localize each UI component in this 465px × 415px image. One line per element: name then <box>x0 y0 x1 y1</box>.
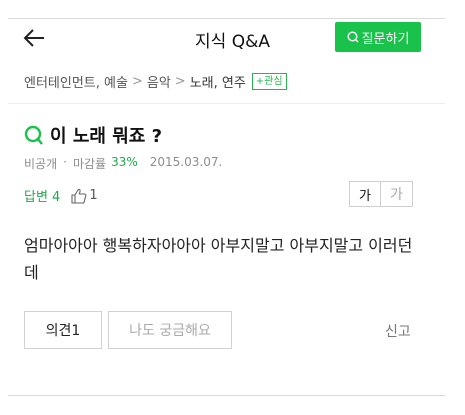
opinion-button[interactable]: 의견1 <box>24 311 102 349</box>
breadcrumb: 엔터테인먼트, 예술 > 음악 > 노래, 연주 +관심 <box>24 72 287 91</box>
font-size-large-button[interactable]: 가 <box>381 181 413 207</box>
breadcrumb-separator: > <box>131 74 143 89</box>
answer-count[interactable]: 답변 4 <box>24 186 60 205</box>
question-title: 이 노래 뭐죠 ? <box>24 122 162 148</box>
search-q-icon <box>347 31 359 43</box>
close-rate-value: 33% <box>111 155 138 169</box>
font-size-normal-button[interactable]: 가 <box>349 181 381 207</box>
divider <box>8 103 445 104</box>
question-q-icon <box>24 125 43 145</box>
like-count: 1 <box>89 188 98 203</box>
add-interest-button[interactable]: +관심 <box>251 73 287 90</box>
question-stats: 답변 4 1 <box>24 186 98 205</box>
me-too-curious-button[interactable]: 나도 궁금해요 <box>108 311 232 349</box>
bottom-divider <box>8 395 445 396</box>
breadcrumb-item-song[interactable]: 노래, 연주 <box>190 72 246 91</box>
author-visibility: 비공개 <box>24 157 58 171</box>
close-rate-label: 마감률 <box>72 157 107 171</box>
header: 지식 Q&A 질문하기 <box>0 19 465 59</box>
meta-dot: · <box>63 155 67 169</box>
breadcrumb-separator: > <box>174 74 186 89</box>
question-date: 2015.03.07. <box>149 155 223 169</box>
thumbs-up-icon[interactable] <box>70 188 87 204</box>
question-body: 엄마아아아 행복하자아아아 아부지말고 아부지말고 이러던데 <box>24 236 413 282</box>
breadcrumb-item-music[interactable]: 음악 <box>147 72 171 91</box>
font-size-toggle: 가 가 <box>349 181 413 207</box>
question-title-text: 이 노래 뭐죠 ? <box>50 126 163 147</box>
breadcrumb-item-entertainment[interactable]: 엔터테인먼트, 예술 <box>24 72 128 91</box>
question-meta: 비공개 · 마감률 33% 2015.03.07. <box>24 155 222 172</box>
ask-question-button[interactable]: 질문하기 <box>335 22 421 52</box>
report-link[interactable]: 신고 <box>385 321 411 341</box>
ask-button-label: 질문하기 <box>361 31 410 47</box>
